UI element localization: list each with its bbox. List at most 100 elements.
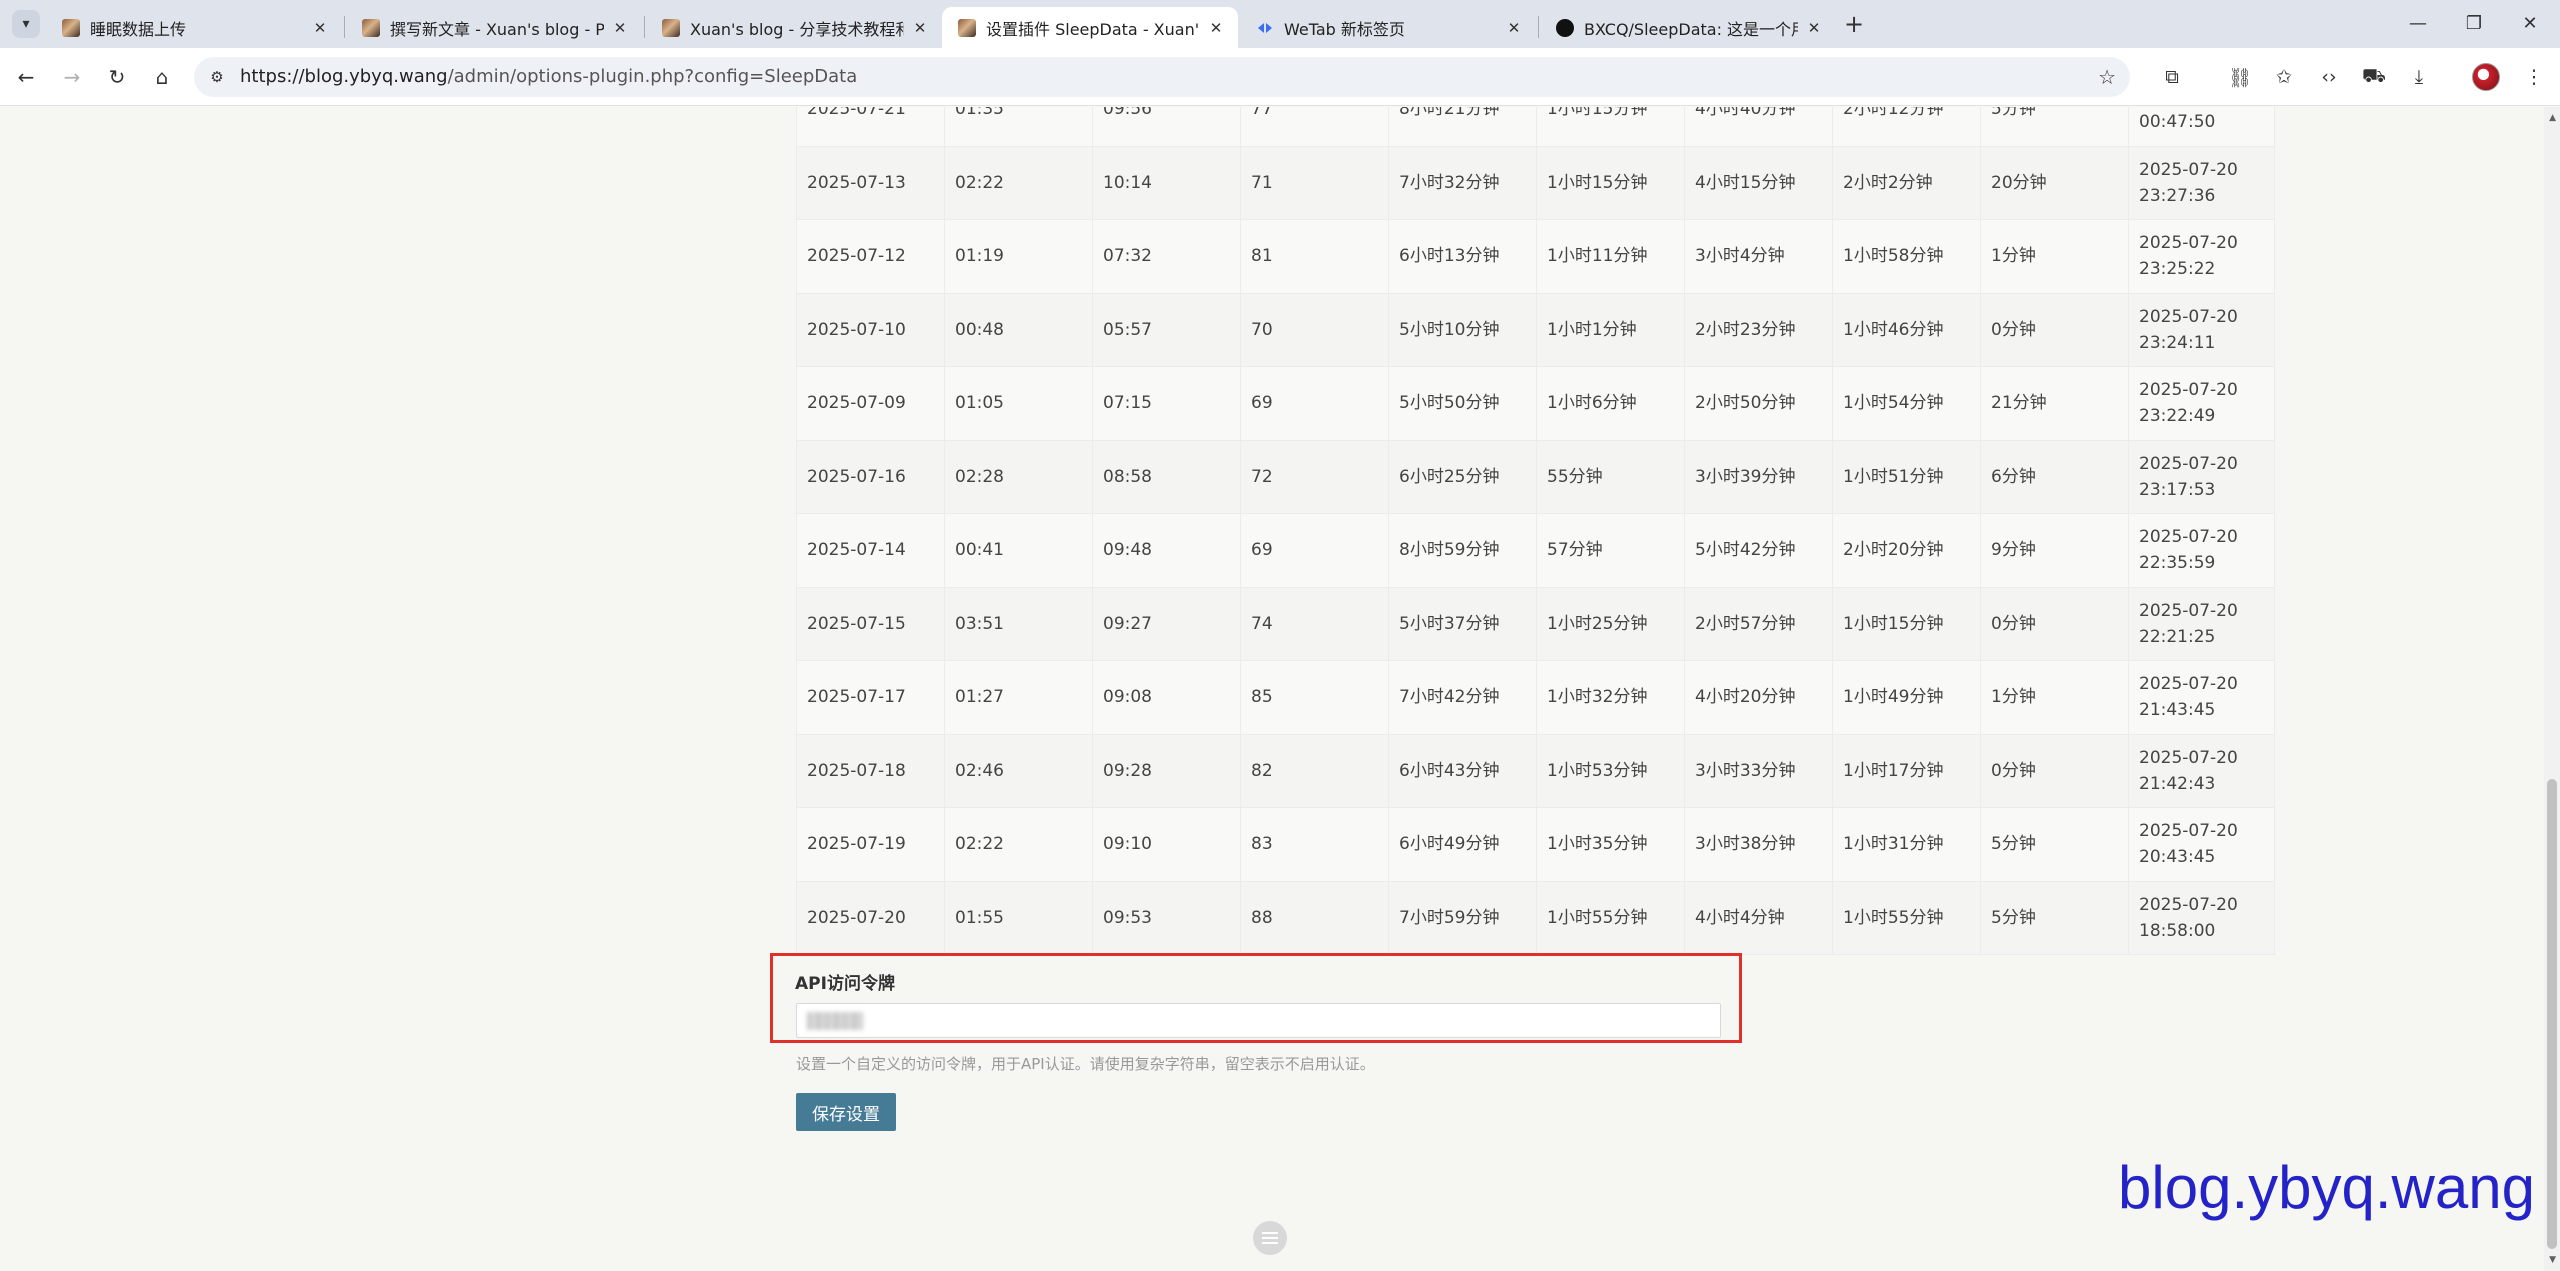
table-cell: 9分钟	[1980, 513, 2129, 588]
close-icon[interactable]: ✕	[1806, 19, 1822, 37]
table-cell: 1小时55分钟	[1536, 880, 1685, 955]
tab-blog-home[interactable]: Xuan's blog - 分享技术教程和 ✕	[646, 7, 942, 48]
table-cell: 02:22	[944, 807, 1093, 882]
bookmark-star-icon[interactable]: ☆	[2098, 65, 2116, 89]
table-cell: 2025-07-20 20:43:45	[2128, 807, 2275, 882]
tab-new-post[interactable]: 撰写新文章 - Xuan's blog - Po ✕	[346, 7, 642, 48]
tab-strip: ▾ 睡眠数据上传 ✕ 撰写新文章 - Xuan's blog - Po ✕ Xu…	[0, 0, 2560, 48]
tab-plugin-settings[interactable]: 设置插件 SleepData - Xuan's b ✕	[942, 7, 1238, 48]
scrollbar-thumb[interactable]	[2547, 779, 2557, 1249]
table-cell: 69	[1240, 513, 1389, 588]
table-cell: 2025-07-20 23:17:53	[2128, 439, 2275, 514]
table-cell: 1小时1分钟	[1536, 292, 1685, 367]
table-row: 2025-07-09 01:05 07:15 69 5小时50分钟 1小时6分钟 2小时50…	[796, 366, 2275, 441]
close-icon[interactable]: ✕	[312, 19, 328, 37]
new-tab-button[interactable]: +	[1840, 10, 1868, 38]
home-button[interactable]: ⌂	[146, 61, 178, 93]
favorites-button[interactable]: ✩	[2268, 61, 2300, 93]
chevron-down-icon: ▾	[22, 16, 30, 32]
table-cell: 2小时23分钟	[1684, 292, 1833, 367]
table-cell: 01:19	[944, 219, 1093, 294]
table-cell: 1小时17分钟	[1832, 733, 1981, 808]
table-body: 2025-07-21 01:35 09:56 77 8小时21分钟 1小时15分钟 4小时4…	[796, 107, 2275, 955]
token-label: API访问令牌	[795, 974, 895, 994]
table-cell: 77	[1240, 107, 1389, 147]
table-cell: 2025-07-15	[796, 586, 945, 661]
scroll-up-icon[interactable]: ▲	[2549, 113, 2556, 123]
table-cell: 1小时11分钟	[1536, 219, 1685, 294]
table-cell: 2小时20分钟	[1832, 513, 1981, 588]
table-cell: 2025-07-20 23:27:36	[2128, 145, 2275, 220]
table-cell: 4小时20分钟	[1684, 660, 1833, 735]
arrow-right-icon: →	[63, 65, 81, 89]
back-button[interactable]: ←	[10, 61, 42, 93]
tab-title: WeTab 新标签页	[1284, 19, 1405, 39]
minimize-icon: —	[2409, 12, 2427, 34]
table-cell: 3小时4分钟	[1684, 219, 1833, 294]
tab-sleep-upload[interactable]: 睡眠数据上传 ✕	[46, 7, 342, 48]
tab-title: 睡眠数据上传	[90, 19, 187, 39]
table-cell: 1小时15分钟	[1832, 586, 1981, 661]
table-row: 2025-07-10 00:48 05:57 70 5小时10分钟 1小时1分钟 2小时23…	[796, 292, 2275, 367]
star-list-icon: ✩	[2276, 66, 2292, 88]
floating-menu-icon[interactable]	[1253, 1221, 1287, 1255]
table-cell: 1小时46分钟	[1832, 292, 1981, 367]
table-cell: 21分钟	[1980, 366, 2129, 441]
tab-search-button[interactable]: ▾	[12, 10, 40, 38]
table-cell: 1小时32分钟	[1536, 660, 1685, 735]
tab-divider	[344, 16, 345, 38]
reload-button[interactable]: ↻	[101, 61, 133, 93]
page-scrollbar[interactable]: ▲ ▼	[2544, 107, 2560, 1271]
restore-button[interactable]: ❐	[2454, 8, 2494, 38]
table-cell: 09:53	[1092, 880, 1241, 955]
table-cell: 4小时40分钟	[1684, 107, 1833, 147]
tab-github[interactable]: BXCQ/SleepData: 这是一个用 ✕	[1540, 7, 1836, 48]
minimize-button[interactable]: —	[2398, 8, 2438, 38]
close-icon[interactable]: ✕	[1506, 19, 1522, 37]
table-cell: 1小时15分钟	[1536, 145, 1685, 220]
table-cell: 10:14	[1092, 145, 1241, 220]
save-settings-button[interactable]: 保存设置	[796, 1093, 896, 1131]
table-cell: 5小时37分钟	[1388, 586, 1537, 661]
close-icon[interactable]: ✕	[1208, 19, 1224, 37]
table-cell: 01:55	[944, 880, 1093, 955]
url-host: https://blog.ybyq.wang	[240, 66, 448, 87]
table-cell: 3小时38分钟	[1684, 807, 1833, 882]
close-icon[interactable]: ✕	[912, 19, 928, 37]
close-icon[interactable]: ✕	[612, 19, 628, 37]
table-row: 2025-07-14 00:41 09:48 69 8小时59分钟 57分钟 5小时42分钟…	[796, 513, 2275, 588]
table-cell: 2025-07-17	[796, 660, 945, 735]
address-bar[interactable]: ⚙ https://blog.ybyq.wang/admin/options-p…	[194, 57, 2130, 97]
tab-title: BXCQ/SleepData: 这是一个用	[1584, 19, 1798, 39]
scroll-down-icon[interactable]: ▼	[2549, 1255, 2556, 1265]
wetab-icon	[1256, 19, 1274, 37]
github-icon	[1556, 18, 1574, 37]
watermark-text: blog.ybyq.wang	[2118, 1154, 2535, 1221]
incognito-button[interactable]: ⛟	[2358, 61, 2390, 93]
profile-avatar[interactable]	[2472, 63, 2500, 91]
api-token-input[interactable]	[796, 1003, 1721, 1038]
copy-link-button[interactable]: ⛓	[2224, 61, 2256, 93]
tab-wetab[interactable]: WeTab 新标签页 ✕	[1240, 7, 1536, 48]
table-cell: 7小时59分钟	[1388, 880, 1537, 955]
forward-button[interactable]: →	[56, 61, 88, 93]
table-row: 2025-07-13 02:22 10:14 71 7小时32分钟 1小时15分钟 4小时1…	[796, 145, 2275, 220]
table-cell: 2025-07-12	[796, 219, 945, 294]
extensions-button[interactable]: ⧉	[2156, 61, 2188, 93]
table-cell: 72	[1240, 439, 1389, 514]
devtools-button[interactable]: ‹›	[2313, 61, 2345, 93]
restore-icon: ❐	[2465, 12, 2483, 34]
downloads-button[interactable]: ⤓	[2403, 61, 2435, 93]
table-cell: 01:05	[944, 366, 1093, 441]
table-cell: 2025-07-21 00:47:50	[2128, 107, 2275, 147]
site-info-icon[interactable]: ⚙	[206, 66, 228, 88]
table-cell: 2小时2分钟	[1832, 145, 1981, 220]
token-description: 设置一个自定义的访问令牌，用于API认证。请使用复杂字符串，留空表示不启用认证。	[796, 1055, 1375, 1073]
table-cell: 2小时57分钟	[1684, 586, 1833, 661]
incognito-icon: ⛟	[2362, 64, 2386, 87]
table-cell: 70	[1240, 292, 1389, 367]
home-icon: ⌂	[155, 65, 169, 89]
browser-menu-button[interactable]: ⋮	[2518, 61, 2550, 93]
table-cell: 1小时58分钟	[1832, 219, 1981, 294]
window-close-button[interactable]: ✕	[2510, 8, 2550, 38]
